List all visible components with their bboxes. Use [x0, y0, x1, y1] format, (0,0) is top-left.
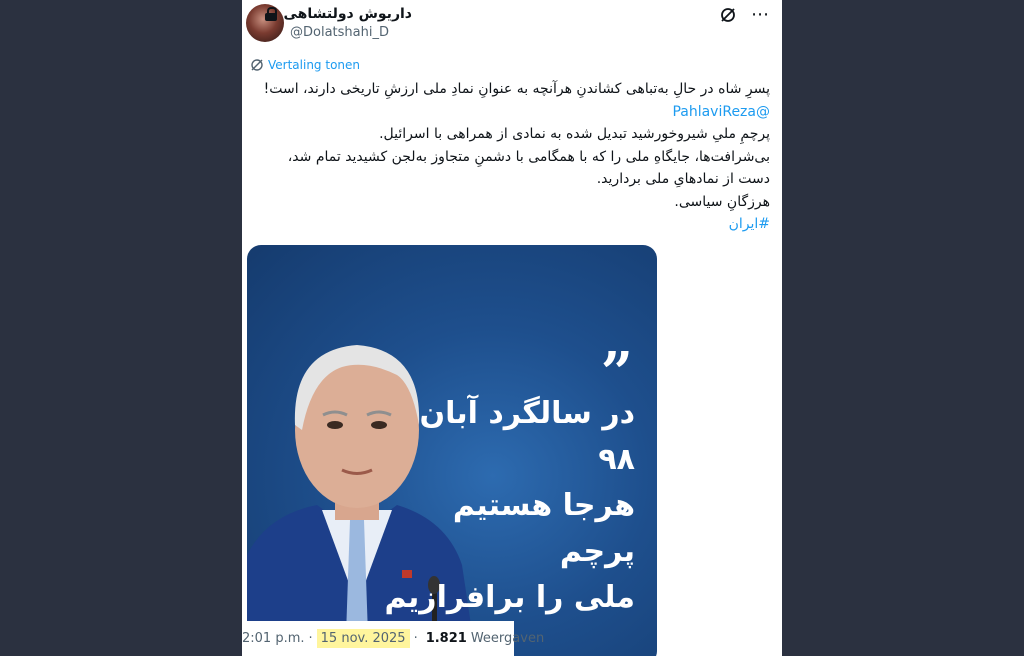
author-name-row: داریوش دولتشاهی [265, 6, 412, 22]
more-icon[interactable]: ⋯ [751, 6, 770, 24]
hashtag-link[interactable]: #ایران [250, 213, 770, 236]
tweet-card: داریوش دولتشاهی @Dolatshahi_D ⋯ Vertalin… [242, 0, 782, 656]
meta-separator: · [308, 631, 313, 646]
user-handle[interactable]: @Dolatshahi_D [290, 25, 389, 40]
views-count[interactable]: 1.821 [426, 631, 467, 646]
overlay-line-1: در سالگرد آبان ۹۸ [419, 396, 635, 477]
tweet-line-1: پسرِ شاه در حالِ به‌تباهی کشاندنِ هرآنچه… [263, 81, 770, 97]
display-name[interactable]: داریوش دولتشاهی [283, 6, 412, 22]
tweet-line-3: پرچمِ ملیِ شیروخورشید تبدیل شده به نمادی… [379, 126, 770, 142]
tweet-line-6: هرزگانِ سیاسی. [674, 193, 770, 210]
tweet-line-4: بی‌شرافت‌ها، جایگاهِ ملی را که با همگامی… [287, 148, 770, 165]
lock-icon [265, 7, 278, 21]
translate-icon [251, 59, 263, 71]
overlay-line-3: ملی را برافرازیم [384, 580, 635, 615]
mention-link[interactable]: @PahlaviReza [250, 101, 770, 124]
tweet-time[interactable]: 2:01 p.m. [242, 631, 305, 646]
tweet-actions-top: ⋯ [719, 6, 770, 24]
overlay-line-2: هرجا هستیم پرچم [452, 488, 635, 569]
image-overlay-text: در سالگرد آبان ۹۸ هرجا هستیم پرچم ملی را… [375, 391, 635, 621]
tweet-meta: 2:01 p.m. · 15 nov. 2025 · 1.821 Weergav… [242, 621, 544, 656]
tweet-text: پسرِ شاه در حالِ به‌تباهی کشاندنِ هرآنچه… [250, 78, 770, 236]
tweet-line-5: دست از نمادهایِ ملی بردارید. [596, 171, 770, 187]
translate-link[interactable]: Vertaling tonen [250, 58, 360, 72]
tweet-image[interactable]: ” در سالگرد آبان ۹۸ هرجا هستیم پرچم ملی … [247, 245, 657, 656]
meta-separator-2: · [413, 631, 418, 646]
grok-icon[interactable] [719, 6, 737, 24]
tweet-date[interactable]: 15 nov. 2025 [316, 629, 410, 648]
views-label: Weergaven [470, 631, 545, 646]
translate-label[interactable]: Vertaling tonen [268, 58, 360, 72]
